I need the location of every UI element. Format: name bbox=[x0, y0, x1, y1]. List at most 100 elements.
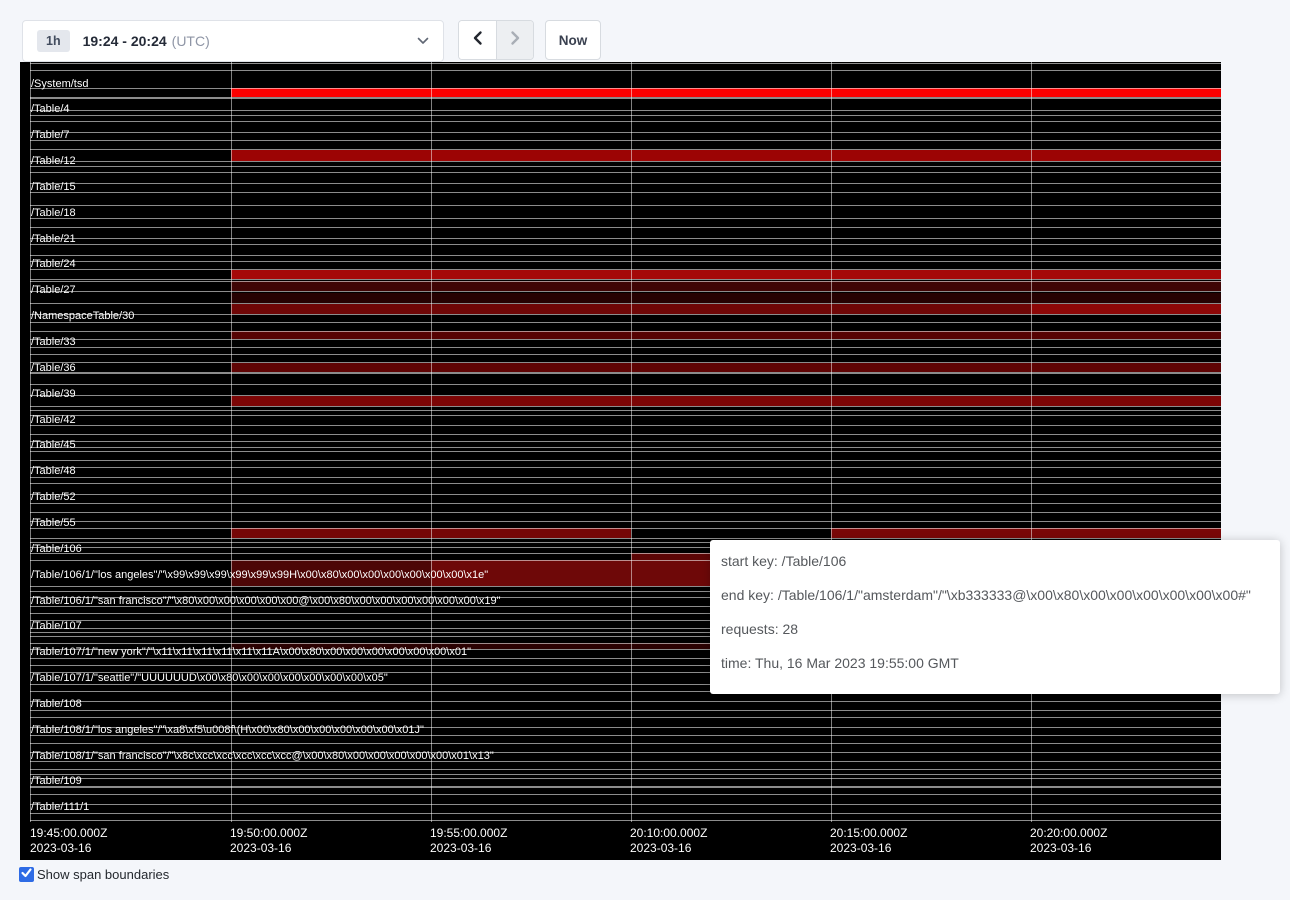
time-axis: 19:45:00.000Z2023-03-1619:50:00.000Z2023… bbox=[20, 822, 1221, 860]
heat-band[interactable] bbox=[831, 528, 1221, 538]
span-boundary-line bbox=[30, 521, 1221, 522]
tooltip-end-key: end key: /Table/106/1/"amsterdam"/"\xb33… bbox=[721, 588, 1280, 603]
heatmap-plot[interactable]: /System/tsd/Table/4/Table/7/Table/12/Tab… bbox=[20, 62, 1221, 822]
span-boundary-line bbox=[30, 434, 1221, 435]
heat-band[interactable] bbox=[231, 293, 1221, 303]
row-key-label: /NamespaceTable/30 bbox=[31, 310, 134, 323]
time-gridline bbox=[1031, 62, 1032, 822]
span-boundary-line bbox=[30, 205, 1221, 206]
span-boundary-line bbox=[30, 477, 1221, 478]
duration-badge: 1h bbox=[37, 30, 70, 52]
heat-band[interactable] bbox=[231, 88, 1221, 97]
row-key-label: /Table/24 bbox=[31, 258, 76, 271]
row-key-label: /Table/7 bbox=[31, 129, 70, 142]
span-boundary-line bbox=[30, 244, 1221, 245]
time-tick-label: 19:55:00.000Z2023-03-16 bbox=[430, 826, 507, 856]
heat-band[interactable] bbox=[231, 150, 1221, 162]
tooltip-start-key: start key: /Table/106 bbox=[721, 554, 1280, 569]
row-key-label: /Table/107/1/"seattle"/"UUUUUUD\x00\x80\… bbox=[31, 672, 388, 685]
time-tick-label: 20:20:00.000Z2023-03-16 bbox=[1030, 826, 1107, 856]
span-boundary-line bbox=[30, 503, 1221, 504]
span-boundary-line bbox=[30, 227, 1221, 228]
span-boundary-line bbox=[30, 172, 1221, 173]
show-span-boundaries-label: Show span boundaries bbox=[37, 867, 169, 882]
time-gridline bbox=[231, 62, 232, 822]
span-boundary-line bbox=[30, 110, 1221, 111]
span-boundary-line bbox=[30, 238, 1221, 239]
span-boundary-line bbox=[30, 701, 1221, 702]
span-boundary-line bbox=[30, 362, 1221, 363]
heat-band[interactable] bbox=[231, 331, 1221, 339]
row-key-label: /Table/4 bbox=[31, 103, 70, 116]
heat-band[interactable] bbox=[231, 270, 1221, 280]
span-boundary-line bbox=[30, 149, 1221, 150]
show-span-boundaries-checkbox[interactable] bbox=[19, 867, 34, 882]
span-boundary-line bbox=[30, 813, 1221, 814]
time-range-select[interactable]: 1h 19:24 - 20:24 (UTC) bbox=[22, 20, 444, 62]
row-key-label: /System/tsd bbox=[31, 78, 88, 91]
span-boundary-line bbox=[30, 115, 1221, 116]
span-boundary-line bbox=[30, 451, 1221, 452]
prev-time-button[interactable] bbox=[459, 21, 496, 59]
span-tooltip: start key: /Table/106 end key: /Table/10… bbox=[710, 540, 1280, 694]
span-boundary-line bbox=[30, 161, 1221, 162]
row-key-label: /Table/55 bbox=[31, 517, 76, 530]
time-gridline bbox=[431, 62, 432, 822]
span-boundary-line bbox=[30, 512, 1221, 513]
chevron-down-icon bbox=[417, 37, 429, 45]
key-visualizer-chart: /System/tsd/Table/4/Table/7/Table/12/Tab… bbox=[20, 62, 1221, 860]
span-boundary-line bbox=[30, 255, 1221, 256]
span-boundary-line bbox=[30, 291, 1221, 292]
span-boundary-line bbox=[30, 261, 1221, 262]
span-boundary-line bbox=[30, 447, 1221, 448]
now-button[interactable]: Now bbox=[545, 20, 601, 60]
row-key-label: /Table/52 bbox=[31, 491, 76, 504]
chevron-left-icon bbox=[472, 30, 484, 51]
row-key-label: /Table/12 bbox=[31, 155, 76, 168]
span-boundary-line bbox=[30, 425, 1221, 426]
span-boundary-line bbox=[30, 494, 1221, 495]
span-boundary-line bbox=[30, 303, 1221, 304]
row-key-label: /Table/18 bbox=[31, 207, 76, 220]
next-time-button[interactable] bbox=[496, 21, 533, 59]
span-boundary-line bbox=[30, 483, 1221, 484]
span-boundary-line bbox=[30, 339, 1221, 340]
heat-band[interactable] bbox=[1031, 304, 1221, 314]
span-boundary-line bbox=[30, 70, 1221, 71]
span-boundary-line bbox=[30, 269, 1221, 270]
timezone-label: (UTC) bbox=[172, 33, 210, 49]
span-boundary-line bbox=[30, 347, 1221, 348]
row-key-label: /Table/107 bbox=[31, 620, 82, 633]
span-boundary-line bbox=[30, 88, 1221, 89]
span-boundary-line bbox=[30, 218, 1221, 219]
row-key-label: /Table/108/1/"san francisco"/"\x8c\xcc\x… bbox=[31, 750, 494, 763]
heat-band[interactable] bbox=[231, 396, 1221, 406]
span-boundary-line bbox=[30, 794, 1221, 795]
row-key-label: /Table/42 bbox=[31, 414, 76, 427]
row-key-label: /Table/108/1/"los angeles"/"\xa8\xf5\u00… bbox=[31, 724, 424, 737]
span-boundary-line bbox=[30, 769, 1221, 770]
toolbar: 1h 19:24 - 20:24 (UTC) Now bbox=[0, 0, 1290, 62]
span-boundary-line bbox=[30, 804, 1221, 805]
span-boundary-line bbox=[30, 384, 1221, 385]
heat-band[interactable] bbox=[231, 363, 1221, 373]
span-boundary-line bbox=[30, 395, 1221, 396]
span-boundary-line bbox=[30, 774, 1221, 775]
span-boundary-line bbox=[30, 710, 1221, 711]
row-key-label: /Table/109 bbox=[31, 775, 82, 788]
span-boundary-line bbox=[30, 415, 1221, 416]
footer: Show span boundaries bbox=[19, 867, 169, 882]
chevron-right-icon bbox=[509, 30, 521, 51]
row-key-label: /Table/39 bbox=[31, 388, 76, 401]
span-boundary-line bbox=[30, 132, 1221, 133]
span-boundary-line bbox=[30, 528, 1221, 529]
span-boundary-line bbox=[30, 460, 1221, 461]
span-boundary-line bbox=[30, 820, 1221, 821]
span-boundary-line bbox=[30, 717, 1221, 718]
tooltip-requests: requests: 28 bbox=[721, 622, 1280, 637]
key-visualizer-page: 1h 19:24 - 20:24 (UTC) Now /System/tsd/T… bbox=[0, 0, 1290, 900]
row-key-label: /Table/106 bbox=[31, 543, 82, 556]
time-range-label: 19:24 - 20:24 bbox=[83, 33, 167, 49]
heat-band[interactable] bbox=[231, 281, 1221, 291]
time-gridline bbox=[631, 62, 632, 822]
